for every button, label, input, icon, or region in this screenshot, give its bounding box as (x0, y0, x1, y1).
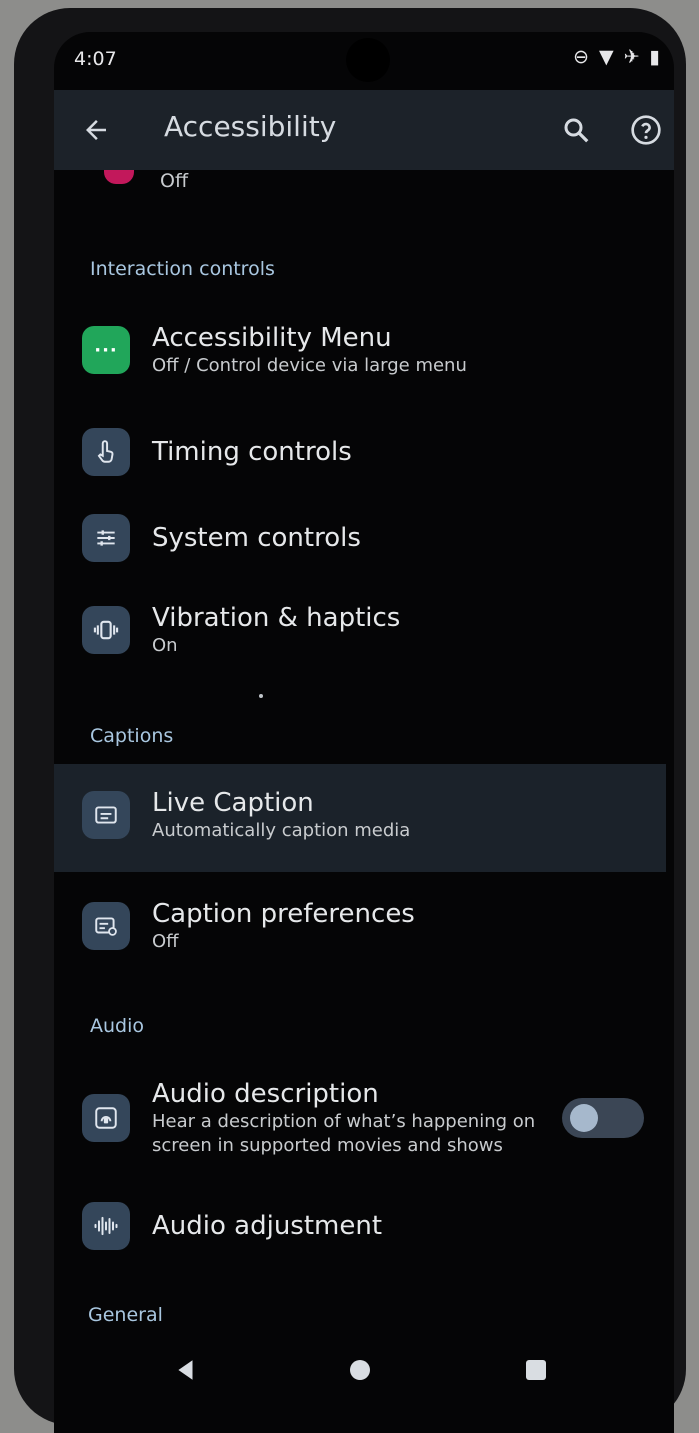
airplane-icon: ✈ (623, 46, 640, 68)
nav-recents-button[interactable] (510, 1348, 562, 1392)
caption-preferences-title: Caption preferences (152, 899, 415, 929)
accessibility-menu-title: Accessibility Menu (152, 323, 392, 353)
audio-adjustment-title: Audio adjustment (152, 1211, 383, 1241)
page-title: Accessibility (164, 110, 337, 143)
waveform-icon (82, 1202, 130, 1250)
nav-back-button[interactable] (166, 1350, 206, 1390)
status-icons: ⊖ ▼ ✈ ▮ (573, 46, 660, 68)
screen: 4:07 ⊖ ▼ ✈ ▮ Accessibility Off Interacti… (54, 32, 674, 1433)
search-icon (564, 118, 589, 143)
accessibility-menu-icon: ··· (82, 326, 130, 374)
status-time: 4:07 (74, 48, 117, 70)
section-audio: Audio (90, 1015, 145, 1037)
accessibility-menu-item[interactable]: ··· Accessibility Menu Off / Control dev… (82, 322, 467, 378)
phone-frame: 4:07 ⊖ ▼ ✈ ▮ Accessibility Off Interacti… (14, 8, 686, 1433)
battery-icon: ▮ (649, 46, 660, 68)
audio-description-subtitle-line1: Hear a description of what’s happening o… (152, 1111, 536, 1132)
vibration-haptics-subtitle: On (152, 635, 178, 656)
nav-home-icon (350, 1360, 370, 1380)
dnd-icon: ⊖ (573, 46, 589, 68)
sliders-icon (82, 514, 130, 562)
nav-recents-icon (526, 1360, 546, 1380)
section-captions: Captions (90, 725, 174, 747)
live-caption-item[interactable]: Live Caption Automatically caption media (82, 787, 410, 843)
partial-item-icon (104, 170, 134, 184)
wifi-icon: ▼ (598, 46, 614, 68)
system-controls-title: System controls (152, 523, 361, 553)
audio-description-toggle[interactable] (562, 1098, 644, 1138)
accessibility-menu-subtitle: Off / Control device via large menu (152, 355, 467, 376)
caption-preferences-item[interactable]: Caption preferences Off (82, 898, 415, 954)
caption-settings-icon (82, 902, 130, 950)
audio-adjustment-item[interactable]: Audio adjustment (82, 1202, 382, 1250)
timing-controls-item[interactable]: Timing controls (82, 428, 352, 476)
system-controls-item[interactable]: System controls (82, 514, 361, 562)
search-button[interactable] (556, 110, 596, 150)
caption-preferences-subtitle: Off (152, 931, 179, 952)
touch-hand-icon (82, 428, 130, 476)
app-bar: Accessibility (54, 90, 674, 170)
live-caption-subtitle: Automatically caption media (152, 820, 411, 841)
audio-description-subtitle-line2: screen in supported movies and shows (152, 1135, 503, 1156)
section-interaction-controls: Interaction controls (90, 258, 275, 280)
vibration-icon (82, 606, 130, 654)
caption-box-icon (82, 791, 130, 839)
toggle-knob (570, 1104, 598, 1132)
vibration-haptics-title: Vibration & haptics (152, 603, 401, 633)
back-arrow-icon (86, 120, 106, 140)
navigation-bar (54, 1322, 674, 1402)
audio-description-title: Audio description (152, 1079, 379, 1109)
dot-indicator (259, 694, 263, 698)
audio-description-icon (82, 1094, 130, 1142)
front-camera (346, 38, 390, 82)
help-icon (631, 115, 661, 145)
timing-controls-title: Timing controls (152, 437, 352, 467)
back-button[interactable] (76, 110, 116, 150)
help-button[interactable] (626, 110, 666, 150)
status-bar: 4:07 ⊖ ▼ ✈ ▮ (54, 32, 674, 82)
nav-back-icon (178, 1360, 193, 1380)
vibration-haptics-item[interactable]: Vibration & haptics On (82, 602, 400, 658)
partial-item-subtitle: Off (160, 170, 189, 192)
live-caption-title: Live Caption (152, 788, 314, 818)
nav-home-button[interactable] (340, 1350, 380, 1390)
